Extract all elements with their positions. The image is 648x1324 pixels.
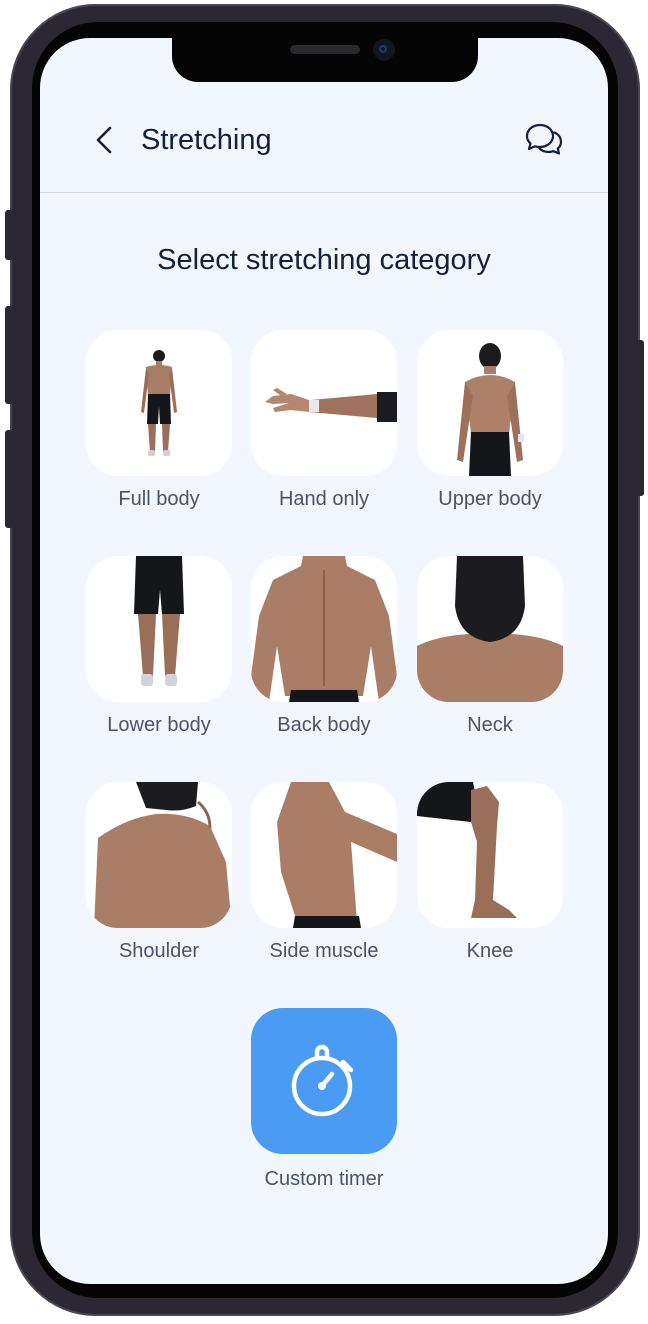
knee-figure (417, 782, 563, 928)
category-full-body[interactable]: Full body (86, 330, 232, 511)
arm-figure (251, 330, 397, 476)
category-label: Shoulder (118, 940, 200, 962)
app-screen: Stretching Select stretching category Fu… (40, 38, 608, 1284)
category-neck[interactable]: Neck (417, 556, 563, 737)
chevron-left-icon (96, 126, 112, 154)
category-back-body[interactable]: Back body (251, 556, 397, 737)
page-title: Stretching (141, 124, 272, 156)
volume-down-button (5, 430, 13, 528)
section-title: Select stretching category (157, 244, 491, 276)
volume-up-button (5, 306, 13, 404)
category-knee[interactable]: Knee (417, 782, 563, 963)
legs-figure (86, 556, 232, 702)
back-button[interactable] (90, 124, 120, 156)
category-upper-body[interactable]: Upper body (417, 330, 563, 511)
category-label: Knee (466, 940, 514, 962)
side-torso-figure (251, 782, 397, 928)
action-button (5, 210, 13, 260)
category-label: Full body (118, 488, 200, 510)
category-label: Lower body (107, 714, 211, 736)
front-camera (373, 39, 395, 61)
neck-figure (417, 556, 563, 702)
full-body-figure (86, 330, 232, 476)
category-label: Upper body (438, 488, 542, 510)
chat-bubbles-icon (525, 123, 563, 155)
category-shoulder[interactable]: Shoulder (86, 782, 232, 963)
top-bar: Stretching (40, 98, 608, 193)
power-button (636, 340, 644, 496)
speaker-grille (290, 45, 360, 54)
notch (172, 38, 478, 82)
category-label: Side muscle (269, 940, 379, 962)
back-figure (251, 556, 397, 702)
category-lower-body[interactable]: Lower body (86, 556, 232, 737)
custom-timer-tile (251, 1008, 397, 1154)
category-side-muscle[interactable]: Side muscle (251, 782, 397, 963)
stopwatch-icon (291, 1044, 354, 1117)
category-hand-only[interactable]: Hand only (251, 330, 397, 511)
shoulder-figure (86, 782, 232, 928)
category-label: Back body (277, 714, 371, 736)
custom-timer-label: Custom timer (264, 1168, 384, 1190)
upper-body-figure (417, 330, 563, 476)
category-label: Neck (467, 714, 513, 736)
category-label: Hand only (278, 488, 370, 510)
chat-button[interactable] (524, 120, 564, 160)
custom-timer-button[interactable]: Custom timer (251, 1008, 397, 1191)
